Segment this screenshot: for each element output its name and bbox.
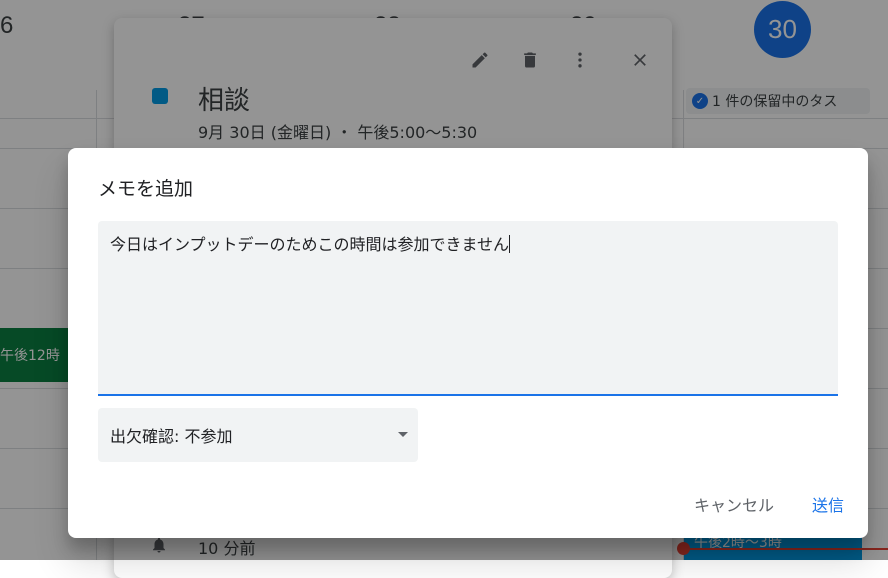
attendance-select[interactable]: 出欠確認: 不参加 <box>98 408 418 462</box>
send-button[interactable]: 送信 <box>812 492 844 516</box>
cancel-button[interactable]: キャンセル <box>694 492 774 516</box>
attendance-select-value: 出欠確認: 不参加 <box>110 427 233 446</box>
note-text: 今日はインプットデーのためこの時間は参加できません <box>110 235 510 254</box>
note-textarea[interactable]: 今日はインプットデーのためこの時間は参加できません <box>98 221 838 396</box>
dialog-title: メモを追加 <box>98 178 194 200</box>
add-note-dialog: メモを追加 今日はインプットデーのためこの時間は参加できません 出欠確認: 不参… <box>68 148 868 538</box>
dropdown-arrow-icon <box>398 432 408 437</box>
text-cursor <box>509 235 511 253</box>
